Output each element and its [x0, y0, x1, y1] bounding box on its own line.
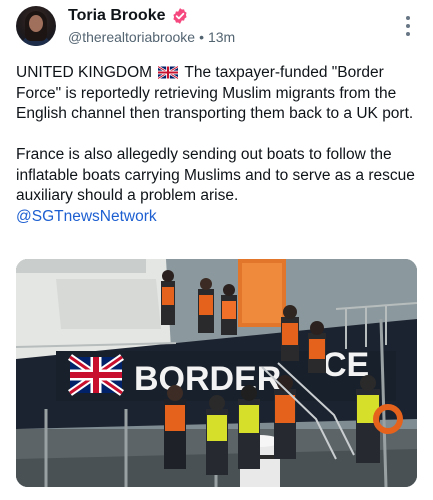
uk-flag-icon	[158, 66, 179, 79]
verified-badge-icon	[172, 8, 187, 24]
mention-link[interactable]: @SGTnewsNetwork	[16, 208, 157, 225]
boat-sign-text: BORDER	[134, 360, 281, 398]
post-media-image[interactable]: BORDER CE	[16, 259, 417, 487]
author-name[interactable]: Toria Brooke	[68, 7, 166, 25]
author-handle[interactable]: @therealtoriabrooke	[68, 29, 195, 45]
post-header: Toria Brooke @therealtoriabrooke • 13m	[16, 6, 417, 50]
border-force-boat-photo: BORDER CE	[16, 259, 417, 487]
post-text: UNITED KINGDOM The taxpayer-funded "Bord…	[16, 63, 417, 227]
more-options-icon[interactable]	[405, 16, 411, 36]
author-meta: @therealtoriabrooke • 13m	[68, 29, 235, 45]
post-paragraph-2: France is also allegedly sending out boa…	[16, 146, 415, 204]
author-name-line: Toria Brooke	[68, 7, 189, 25]
post-time[interactable]: 13m	[208, 29, 235, 45]
post-paragraph-1: UNITED KINGDOM The taxpayer-funded "Bord…	[16, 64, 414, 122]
author-avatar[interactable]	[16, 6, 56, 46]
meta-separator: •	[199, 29, 204, 45]
